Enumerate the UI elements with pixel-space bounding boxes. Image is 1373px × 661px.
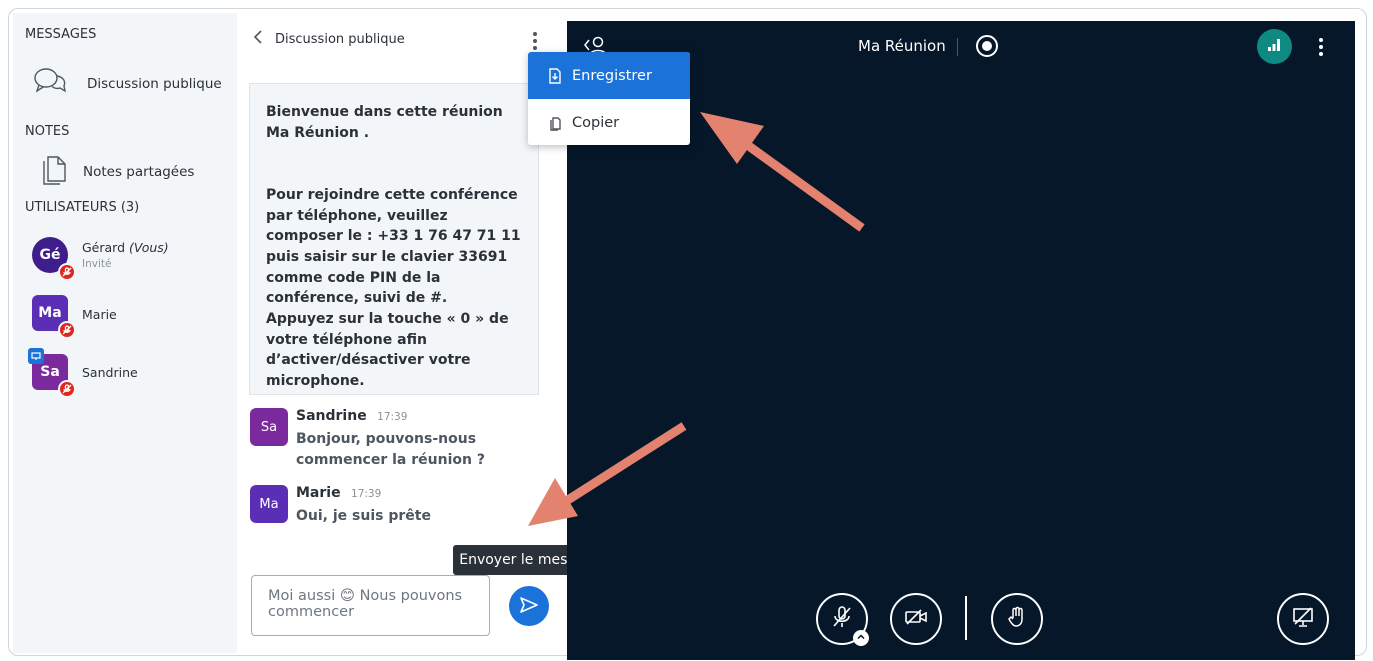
toggle-camera-button[interactable] bbox=[890, 593, 942, 645]
notes-document-icon bbox=[41, 153, 67, 190]
sidebar-item-shared-notes[interactable]: Notes partagées bbox=[33, 153, 194, 190]
mic-muted-icon bbox=[58, 321, 76, 339]
user-name: Sandrine bbox=[82, 365, 138, 380]
presenter-icon bbox=[28, 348, 44, 364]
copy-label: Copier bbox=[572, 114, 620, 131]
raise-hand-button[interactable] bbox=[991, 593, 1043, 645]
audio-options-button[interactable] bbox=[853, 630, 869, 646]
user-name: Marie bbox=[82, 307, 117, 322]
avatar: Sa bbox=[28, 348, 76, 398]
chat-message: Ma Marie 17:39 Oui, je suis prête bbox=[250, 485, 431, 527]
sidebar-item-public-chat[interactable]: Discussion publique bbox=[33, 66, 222, 101]
user-list-item[interactable]: Ma Marie bbox=[32, 295, 117, 339]
record-dot-icon bbox=[982, 41, 992, 51]
sidebar: MESSAGES Discussion publique NOTES Notes… bbox=[13, 13, 237, 653]
mic-off-icon bbox=[831, 605, 853, 634]
message-input[interactable]: Moi aussi 😊 Nous pouvons commencer bbox=[251, 575, 490, 636]
avatar-initials: Gé bbox=[39, 247, 61, 263]
avatar: Ma bbox=[32, 295, 76, 339]
save-label: Enregistrer bbox=[572, 67, 652, 84]
avatar: Ma bbox=[250, 485, 288, 523]
avatar-initials: Sa bbox=[260, 419, 278, 435]
chat-title: Discussion publique bbox=[275, 32, 405, 47]
presentation-button[interactable] bbox=[1277, 593, 1329, 645]
connection-status-button[interactable] bbox=[1257, 29, 1292, 64]
avatar-initials: Ma bbox=[38, 305, 62, 321]
send-icon bbox=[519, 596, 539, 617]
avatar: Sa bbox=[250, 408, 288, 446]
chat-back-button[interactable]: Discussion publique bbox=[253, 29, 405, 50]
messages-section-title: MESSAGES bbox=[25, 27, 97, 42]
more-vertical-icon bbox=[1317, 38, 1325, 61]
menu-item-copy[interactable]: Copier bbox=[528, 99, 690, 145]
title-divider bbox=[957, 38, 958, 56]
message-time: 17:39 bbox=[377, 411, 408, 423]
public-chat-label: Discussion publique bbox=[87, 75, 222, 92]
users-section-title: UTILISATEURS (3) bbox=[25, 200, 140, 215]
message-time: 17:39 bbox=[351, 488, 382, 500]
you-suffix: (Vous) bbox=[129, 240, 169, 255]
chat-message: Sa Sandrine 17:39 Bonjour, pouvons-nous … bbox=[250, 408, 486, 471]
camera-off-icon bbox=[904, 608, 928, 631]
send-message-button[interactable] bbox=[509, 586, 549, 626]
avatar: Gé bbox=[32, 237, 76, 281]
signal-bars-icon bbox=[1267, 37, 1283, 56]
toggle-microphone-button[interactable] bbox=[816, 593, 869, 646]
mic-muted-icon bbox=[58, 380, 76, 398]
message-author: Marie bbox=[296, 485, 341, 501]
welcome-text: Bienvenue dans cette réunion Ma Réunion … bbox=[266, 104, 521, 390]
user-name: Gérard bbox=[82, 240, 126, 255]
controls-divider bbox=[965, 596, 967, 640]
chevron-up-icon bbox=[856, 629, 866, 647]
avatar-initials: Ma bbox=[259, 496, 279, 512]
chat-bubbles-icon bbox=[33, 66, 67, 101]
presentation-off-icon bbox=[1292, 606, 1314, 633]
user-list-item[interactable]: Sa Sandrine bbox=[28, 348, 138, 398]
notes-section-title: NOTES bbox=[25, 124, 70, 139]
mic-muted-icon bbox=[58, 263, 76, 281]
user-list-item[interactable]: Gé Gérard (Vous) Invité bbox=[32, 237, 169, 281]
menu-item-save[interactable]: Enregistrer bbox=[528, 52, 690, 99]
chevron-left-icon bbox=[253, 29, 263, 50]
meeting-title: Ma Réunion bbox=[858, 37, 946, 55]
copy-icon bbox=[548, 115, 562, 131]
user-role: Invité bbox=[82, 258, 112, 270]
message-text: Bonjour, pouvons-nous commencer la réuni… bbox=[296, 431, 485, 468]
message-text: Oui, je suis prête bbox=[296, 508, 431, 524]
hand-icon bbox=[1007, 606, 1027, 633]
download-file-icon bbox=[548, 67, 562, 84]
avatar-initials: Sa bbox=[40, 364, 60, 380]
chat-options-menu: Enregistrer Copier bbox=[528, 52, 690, 145]
app-options-button[interactable] bbox=[1317, 37, 1325, 62]
shared-notes-label: Notes partagées bbox=[83, 163, 195, 180]
message-author: Sandrine bbox=[296, 408, 367, 424]
welcome-message: Bienvenue dans cette réunion Ma Réunion … bbox=[249, 83, 539, 395]
record-button[interactable] bbox=[976, 35, 998, 57]
